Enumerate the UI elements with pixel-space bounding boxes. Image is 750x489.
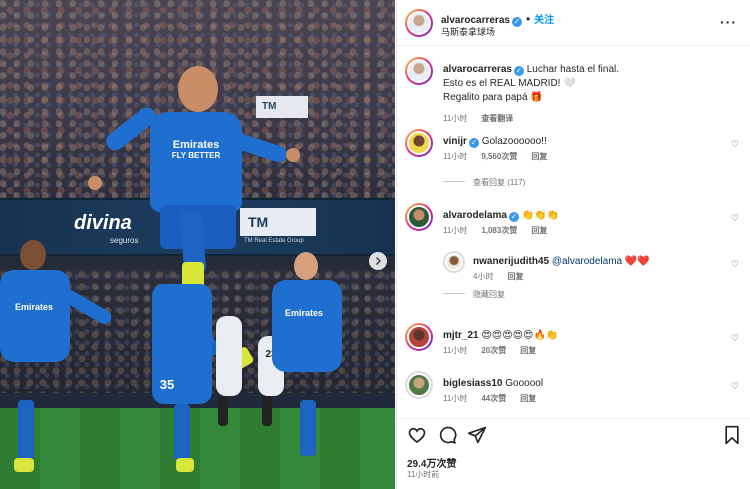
heart-outline-icon: ♡	[730, 213, 739, 223]
reply-button[interactable]: 回复	[531, 226, 547, 235]
comment-text: 👏👏👏	[521, 210, 560, 221]
left-player-sponsor: Emirates	[14, 302, 54, 312]
commenter-avatar[interactable]	[405, 323, 433, 351]
heart-outline-icon: ♡	[730, 259, 739, 269]
commenter-avatar[interactable]	[405, 129, 433, 157]
share-icon	[467, 426, 487, 444]
right-player-sponsor: Emirates	[284, 308, 324, 318]
comment-text: 😍😍😍😍😍🔥👏	[481, 330, 559, 341]
comment-like-button[interactable]: ♡	[731, 213, 739, 224]
comment-like-button[interactable]: ♡	[731, 333, 739, 344]
reply-item: nwanerijudith45 @alvarodelama ❤️❤️ 4小时 回复…	[443, 251, 743, 291]
comment-meta: 11小时 1,083次赞 回复	[443, 226, 548, 235]
comment-meta: 11小时 44次赞 回复	[443, 394, 537, 403]
heart-icon	[408, 427, 426, 444]
heart-outline-icon: ♡	[730, 381, 739, 391]
banner-logo-right-sub: TM Real Estate Group	[244, 238, 304, 244]
post-timestamp[interactable]: 11小时前	[407, 469, 439, 480]
like-button[interactable]	[407, 425, 427, 445]
pitch-grass	[0, 408, 395, 489]
see-translation-link[interactable]: 查看翻译	[481, 114, 513, 123]
comment-like-button[interactable]: ♡	[731, 381, 739, 392]
banner-logo-left-sub: seguros	[110, 236, 139, 245]
reply-button[interactable]: 回复	[520, 394, 536, 403]
chevron-right-icon	[375, 256, 382, 266]
comment-like-button[interactable]: ♡	[731, 259, 739, 270]
post-location[interactable]: 马斯泰拿球场	[441, 25, 495, 38]
bookmark-icon	[725, 425, 739, 445]
comment-text: Goooool	[505, 378, 544, 389]
hide-replies-button[interactable]: 隐藏回复	[443, 289, 505, 300]
comment-text: ❤️❤️	[624, 256, 650, 267]
comment-item: alvarodelama ✓ 👏👏👏 11小时 1,083次赞 回复 ♡	[405, 203, 743, 243]
reply-meta: 4小时 回复	[473, 272, 524, 281]
post-detail-panel: alvarocarreras ✓ • 关注 马斯泰拿球场 ··· alvarocarr…	[396, 0, 750, 489]
comment-button[interactable]	[437, 425, 457, 445]
banner-logo-left: divina	[74, 212, 132, 234]
post-header: alvarocarreras ✓ • 关注 马斯泰拿球场 ···	[397, 0, 750, 46]
verified-icon: ✓	[513, 66, 524, 76]
comment-like-button[interactable]: ♡	[731, 139, 739, 150]
post-actions: 29.4万次赞 11小时前	[397, 418, 750, 489]
banner-logo-right: TM	[240, 208, 316, 236]
reply-mention[interactable]: @alvarodelama	[552, 256, 622, 267]
caption-meta: 11小时 查看翻译	[443, 114, 514, 123]
author-avatar[interactable]	[405, 9, 433, 37]
next-photo-button[interactable]	[369, 252, 387, 270]
verified-icon: ✓	[511, 17, 522, 27]
comment-item: biglesiass10 Goooool 11小时 44次赞 回复 ♡	[405, 371, 743, 411]
caption-text: alvarocarreras ✓ Luchar hasta el final. E…	[443, 64, 620, 103]
stand-sign: TM	[256, 96, 308, 118]
heart-outline-icon: ♡	[730, 333, 739, 343]
comment-icon	[439, 426, 457, 444]
comment-meta: 11小时 20次赞 回复	[443, 346, 537, 355]
shirt-sponsor: Emirates FLY BETTER	[171, 139, 221, 161]
reply-avatar[interactable]	[443, 251, 465, 273]
heart-outline-icon: ♡	[730, 139, 739, 149]
more-options-button[interactable]: ···	[720, 14, 737, 30]
view-replies-button[interactable]: 查看回复 (117)	[443, 177, 525, 188]
player-number-35: 35	[159, 377, 175, 392]
save-button[interactable]	[723, 425, 741, 445]
comment-item: vinijr ✓ Golazoooooo!! 11小时 9,560次赞 回复 ♡ 查看…	[405, 129, 743, 189]
comment-item: mjtr_21 😍😍😍😍😍🔥👏 11小时 20次赞 回复 ♡	[405, 323, 743, 363]
comments-list: alvarocarreras ✓ Luchar hasta el final. E…	[397, 47, 750, 417]
follow-button[interactable]: 关注	[534, 15, 554, 26]
verified-icon: ✓	[468, 138, 479, 148]
comment-meta: 11小时 9,560次赞 回复	[443, 152, 548, 161]
share-button[interactable]	[467, 425, 487, 445]
more-horizontal-icon: ···	[720, 14, 737, 30]
reply-button[interactable]: 回复	[507, 272, 523, 281]
commenter-avatar[interactable]	[405, 371, 433, 399]
comment-text: Golazoooooo!!	[481, 136, 547, 147]
caption-author-avatar[interactable]	[405, 57, 433, 85]
like-count[interactable]: 29.4万次赞	[407, 455, 456, 470]
verified-icon: ✓	[508, 212, 519, 222]
commenter-avatar[interactable]	[405, 203, 433, 231]
post-photo[interactable]: TM divina seguros TM TM Real Estate Grou…	[0, 0, 395, 489]
reply-button[interactable]: 回复	[520, 346, 536, 355]
reply-button[interactable]: 回复	[531, 152, 547, 161]
post-caption: alvarocarreras ✓ Luchar hasta el final. E…	[405, 57, 743, 123]
